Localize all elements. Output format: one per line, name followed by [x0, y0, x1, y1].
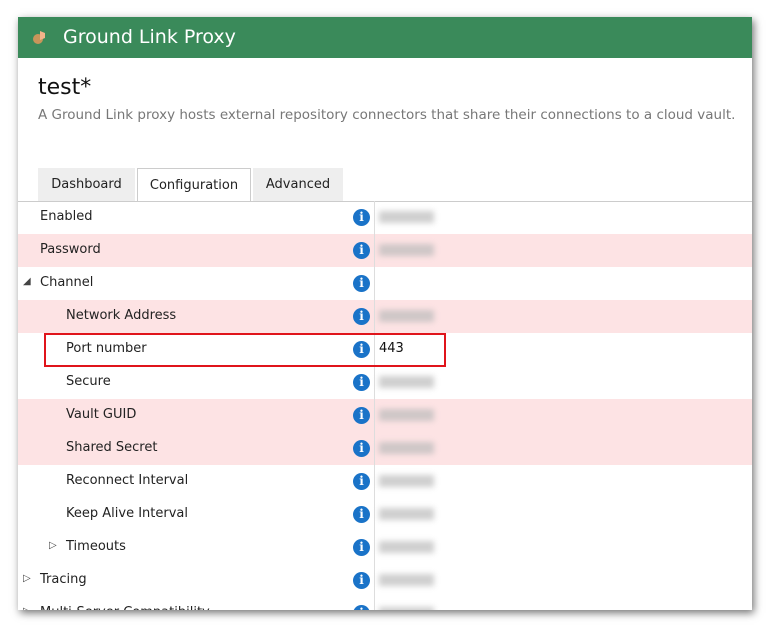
expand-arrow-icon[interactable]: ▷ [49, 540, 57, 551]
blurred-value[interactable] [379, 607, 434, 610]
info-icon[interactable]: i [353, 242, 370, 259]
property-row[interactable]: Vault GUID i [18, 399, 752, 432]
blurred-value[interactable] [379, 508, 434, 520]
info-icon[interactable]: i [353, 572, 370, 589]
property-row[interactable]: Password i [18, 234, 752, 267]
property-label: Timeouts [66, 539, 126, 554]
property-row[interactable]: Keep Alive Interval i [18, 498, 752, 531]
column-divider[interactable] [374, 201, 375, 610]
blurred-value[interactable] [379, 376, 434, 388]
property-row[interactable]: Secure i [18, 366, 752, 399]
info-icon[interactable]: i [353, 374, 370, 391]
blurred-value[interactable] [379, 541, 434, 553]
ground-link-proxy-window: Ground Link Proxy test* A Ground Link pr… [18, 17, 752, 610]
blurred-value[interactable] [379, 409, 434, 421]
property-row[interactable]: Shared Secret i [18, 432, 752, 465]
info-icon[interactable]: i [353, 440, 370, 457]
blurred-value[interactable] [379, 310, 434, 322]
info-icon[interactable]: i [353, 473, 370, 490]
info-icon[interactable]: i [353, 605, 370, 610]
property-label: Keep Alive Interval [66, 506, 188, 521]
blurred-value[interactable] [379, 574, 434, 586]
blurred-value[interactable] [379, 244, 434, 256]
plugin-icon [33, 31, 45, 44]
info-icon[interactable]: i [353, 407, 370, 424]
info-icon[interactable]: i [353, 308, 370, 325]
app-title: Ground Link Proxy [63, 26, 236, 48]
property-label: Multi-Server Compatibility [40, 605, 210, 610]
property-label: Secure [66, 374, 111, 389]
property-row[interactable]: Network Address i [18, 300, 752, 333]
property-row[interactable]: Enabled i [18, 201, 752, 234]
property-label: Enabled [40, 209, 93, 224]
blurred-value[interactable] [379, 475, 434, 487]
info-icon[interactable]: i [353, 539, 370, 556]
tab-configuration[interactable]: Configuration [137, 168, 251, 202]
tab-dashboard[interactable]: Dashboard [38, 168, 135, 201]
info-icon[interactable]: i [353, 506, 370, 523]
expand-arrow-icon[interactable]: ▷ [23, 573, 31, 584]
blurred-value[interactable] [379, 442, 434, 454]
highlight-box [44, 333, 446, 367]
property-row[interactable]: ▷ Timeouts i [18, 531, 752, 564]
property-row[interactable]: ▷ Multi-Server Compatibility i [18, 597, 752, 610]
info-icon[interactable]: i [353, 209, 370, 226]
property-row[interactable]: ▷ Tracing i [18, 564, 752, 597]
property-label: Vault GUID [66, 407, 137, 422]
page-title: test* [38, 75, 92, 100]
collapse-arrow-icon[interactable]: ◢ [23, 276, 31, 287]
app-header: Ground Link Proxy [18, 17, 752, 58]
property-row[interactable]: Reconnect Interval i [18, 465, 752, 498]
property-label: Password [40, 242, 101, 257]
page-description: A Ground Link proxy hosts external repos… [38, 107, 736, 123]
blurred-value[interactable] [379, 211, 434, 223]
property-label: Tracing [40, 572, 87, 587]
property-label: Network Address [66, 308, 177, 323]
property-label: Channel [40, 275, 94, 290]
info-icon[interactable]: i [353, 275, 370, 292]
property-label: Shared Secret [66, 440, 158, 455]
tab-advanced[interactable]: Advanced [253, 168, 343, 201]
property-label: Reconnect Interval [66, 473, 189, 488]
expand-arrow-icon[interactable]: ▷ [23, 606, 31, 610]
property-row[interactable]: ◢ Channel i [18, 267, 752, 300]
